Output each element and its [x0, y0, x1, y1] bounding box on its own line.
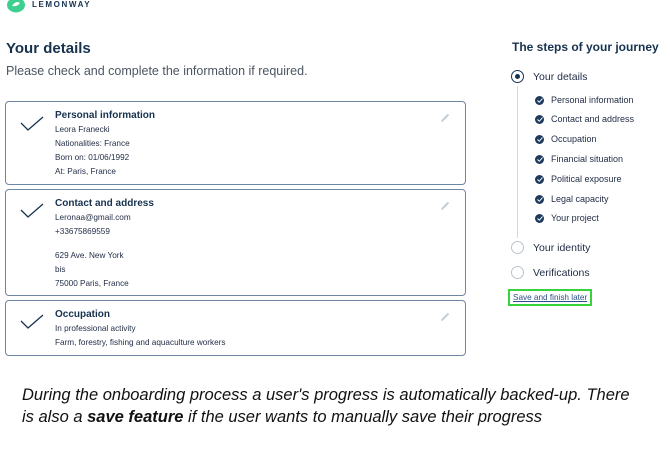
check-circle-icon — [535, 174, 544, 184]
sub-step-label: Political exposure — [551, 174, 622, 184]
occupation-card[interactable]: Occupation In professional activity Farm… — [5, 300, 466, 356]
pencil-icon[interactable] — [439, 112, 451, 124]
brand-name: LEMONWAY — [32, 0, 92, 9]
page-subtitle: Please check and complete the informatio… — [6, 64, 308, 78]
personal-information-card[interactable]: Personal information Leora Franecki Nati… — [5, 101, 466, 185]
sub-step-label: Legal capacity — [551, 194, 609, 204]
card-line: Farm, forestry, fishing and aquaculture … — [55, 338, 226, 347]
step-label: Verifications — [533, 266, 590, 279]
card-line: Born on: 01/06/1992 — [55, 153, 130, 162]
caption-text: if the user wants to manually save their… — [183, 407, 543, 426]
leaf-logo-icon — [7, 0, 25, 13]
steps-connector-line — [517, 86, 518, 238]
card-title: Contact and address — [55, 198, 154, 209]
card-line: 629 Ave. New York — [55, 251, 124, 260]
caption-bold: save feature — [87, 407, 184, 426]
card-title: Personal information — [55, 110, 156, 121]
page-title: Your details — [6, 40, 91, 57]
check-circle-icon — [535, 213, 544, 223]
save-and-finish-later-link[interactable]: Save and finish later — [508, 289, 593, 306]
brand: LEMONWAY — [6, 0, 91, 14]
caption: During the onboarding process a user's p… — [22, 385, 632, 428]
card-line: +33675869559 — [55, 227, 110, 236]
card-body: Personal information Leora Franecki Nati… — [55, 109, 155, 179]
sub-step-label: Personal information — [551, 95, 634, 105]
pencil-icon[interactable] — [439, 311, 451, 323]
pencil-icon[interactable] — [439, 200, 451, 212]
sub-step-your-project[interactable]: Your project — [535, 213, 599, 223]
sub-step-label: Your project — [551, 213, 599, 223]
check-icon — [20, 116, 44, 131]
sub-step-label: Financial situation — [551, 154, 624, 164]
sub-step-financial-situation[interactable]: Financial situation — [535, 154, 623, 164]
card-line: bis — [55, 265, 66, 274]
step-your-details[interactable]: Your details — [511, 70, 587, 83]
sub-step-legal-capacity[interactable]: Legal capacity — [535, 194, 609, 204]
radio-empty-icon — [511, 241, 524, 254]
check-circle-icon — [535, 194, 544, 204]
card-line: Leronaa@gmail.com — [55, 213, 131, 222]
card-line: Leora Franecki — [55, 125, 110, 134]
steps-title: The steps of your journey — [512, 40, 659, 54]
card-line: In professional activity — [55, 324, 136, 333]
sub-step-political-exposure[interactable]: Political exposure — [535, 174, 622, 184]
contact-address-card[interactable]: Contact and address Leronaa@gmail.com +3… — [5, 189, 466, 296]
sub-step-personal-information[interactable]: Personal information — [535, 95, 634, 105]
radio-active-icon — [511, 70, 524, 83]
card-line: 75000 Paris, France — [55, 279, 129, 288]
sub-step-contact-address[interactable]: Contact and address — [535, 114, 634, 124]
card-body: Occupation In professional activity Farm… — [55, 308, 226, 350]
card-body: Contact and address Leronaa@gmail.com +3… — [55, 197, 154, 291]
step-label: Your details — [533, 70, 588, 83]
sub-step-occupation[interactable]: Occupation — [535, 134, 597, 144]
check-circle-icon — [535, 95, 544, 105]
radio-empty-icon — [511, 266, 524, 279]
card-line: Nationalities: France — [55, 139, 130, 148]
check-circle-icon — [535, 114, 544, 124]
check-circle-icon — [535, 134, 544, 144]
step-verifications[interactable]: Verifications — [511, 266, 590, 279]
check-icon — [20, 314, 44, 329]
step-label: Your identity — [533, 241, 591, 254]
check-icon — [20, 203, 44, 218]
step-your-identity[interactable]: Your identity — [511, 241, 590, 254]
check-circle-icon — [535, 154, 544, 164]
sub-step-label: Contact and address — [551, 114, 635, 124]
sub-step-label: Occupation — [551, 134, 597, 144]
card-line: At: Paris, France — [55, 167, 116, 176]
card-title: Occupation — [55, 309, 111, 320]
